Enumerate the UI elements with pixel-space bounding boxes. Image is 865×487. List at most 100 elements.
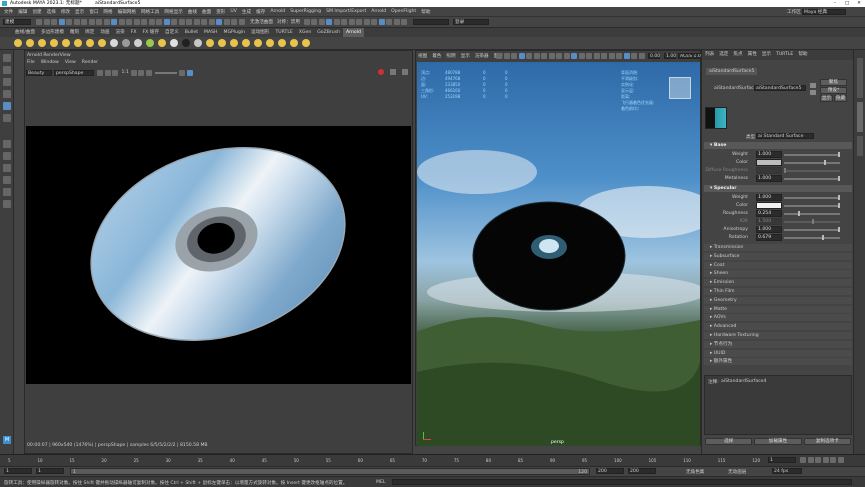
stop-icon[interactable] bbox=[97, 69, 103, 76]
status-tool-icon[interactable] bbox=[103, 19, 110, 25]
render-tool-icon[interactable] bbox=[348, 19, 355, 25]
viewport-menu-item[interactable]: 显示 bbox=[461, 53, 470, 59]
shelf-tool-icon[interactable] bbox=[134, 39, 142, 47]
renderview-menu-item[interactable]: View bbox=[65, 60, 76, 65]
ae-section-header[interactable]: ▸ Transmission bbox=[704, 244, 852, 251]
rotate-tool-icon[interactable] bbox=[2, 102, 11, 110]
mode-select[interactable]: 建模 bbox=[3, 19, 31, 25]
viewport-tool-icon[interactable] bbox=[556, 53, 562, 59]
shelf-tool-icon[interactable] bbox=[26, 39, 34, 47]
status-tool-icon[interactable] bbox=[51, 19, 57, 25]
menu-item[interactable]: 网格显示 bbox=[164, 9, 182, 15]
menu-item[interactable]: UV bbox=[230, 9, 237, 14]
ae-bottom-button[interactable]: 复制选项卡 bbox=[803, 438, 851, 445]
viewport-menu-item[interactable]: 照明 bbox=[446, 53, 455, 59]
step-forward-icon[interactable] bbox=[830, 457, 836, 463]
base-color-swatch[interactable] bbox=[756, 159, 782, 166]
shelf-tool-icon[interactable] bbox=[290, 39, 298, 47]
attribute-editor-tab[interactable] bbox=[857, 102, 863, 132]
ae-section-header[interactable]: ▸ Advanced bbox=[704, 323, 852, 331]
record-icon[interactable] bbox=[378, 69, 384, 75]
viewport-tool-icon[interactable] bbox=[608, 53, 615, 59]
render-tool-icon[interactable] bbox=[363, 19, 370, 25]
ae-menu-item[interactable]: 帮助 bbox=[798, 50, 807, 60]
viewport-tool-icon[interactable] bbox=[638, 53, 645, 59]
ae-section-header[interactable]: ▸ Matte bbox=[704, 305, 852, 313]
shelf-tab[interactable]: 多边形建模 bbox=[38, 28, 67, 37]
render-tool-icon[interactable] bbox=[326, 19, 333, 25]
gamma-field[interactable]: 0.00 bbox=[648, 53, 660, 59]
shelf-tab[interactable]: MASH bbox=[201, 28, 220, 37]
shelf-tab[interactable]: 绑定 bbox=[82, 28, 97, 37]
play-forward-icon[interactable] bbox=[822, 457, 829, 463]
viewport-tool-icon[interactable] bbox=[541, 53, 547, 59]
ae-link-icon[interactable] bbox=[810, 83, 816, 88]
status-tool-icon[interactable] bbox=[216, 19, 222, 25]
shelf-tool-icon[interactable] bbox=[266, 39, 274, 47]
settings-icon[interactable] bbox=[390, 69, 396, 75]
refresh-icon[interactable] bbox=[104, 69, 111, 76]
render-tool-icon[interactable] bbox=[401, 19, 408, 25]
shelf-tool-icon[interactable] bbox=[146, 39, 154, 47]
base-section-header[interactable]: ▾ Base bbox=[704, 142, 852, 149]
tool-settings-tab[interactable] bbox=[857, 136, 863, 156]
ae-bottom-button[interactable]: 加载属性 bbox=[754, 438, 802, 445]
ae-link2-icon[interactable] bbox=[810, 90, 816, 95]
menu-item[interactable]: 编辑 bbox=[18, 9, 27, 15]
ae-material-select[interactable]: ai Standard Surface bbox=[756, 133, 814, 139]
spec-color-slider[interactable] bbox=[784, 203, 840, 208]
ae-menu-item[interactable]: 列表 bbox=[705, 50, 714, 60]
shelf-tab[interactable]: Bullet bbox=[182, 28, 201, 37]
char-set-select[interactable]: 无角色集 bbox=[686, 469, 704, 475]
spec-weight-field[interactable]: 1.000 bbox=[756, 194, 782, 201]
status-tool-icon[interactable] bbox=[58, 19, 65, 25]
ae-section-header[interactable]: ▸ 额外属性 bbox=[704, 358, 852, 366]
step-back-icon[interactable] bbox=[807, 457, 814, 463]
fit-icon[interactable] bbox=[112, 69, 118, 76]
shelf-tool-icon[interactable] bbox=[38, 39, 46, 47]
viewport-tool-icon[interactable] bbox=[623, 53, 630, 59]
menu-item[interactable]: 窗口 bbox=[89, 9, 98, 15]
menu-item[interactable]: 变形 bbox=[216, 9, 225, 15]
move-tool-icon[interactable] bbox=[2, 90, 11, 98]
shelf-tool-icon[interactable] bbox=[62, 39, 70, 47]
range-end-field[interactable]: 200 bbox=[596, 468, 624, 474]
exposure-slider[interactable] bbox=[155, 71, 178, 74]
render-tool-icon[interactable] bbox=[341, 19, 348, 25]
menu-item[interactable]: 修改 bbox=[61, 9, 70, 15]
menu-item[interactable]: 网格工具 bbox=[141, 9, 159, 15]
login-select[interactable]: 登录 bbox=[452, 19, 489, 25]
ae-presets-button[interactable]: 预设* bbox=[820, 87, 847, 94]
ae-menu-item[interactable]: 焦点 bbox=[733, 50, 742, 60]
shelf-tool-icon[interactable] bbox=[218, 39, 226, 47]
status-tool-icon[interactable] bbox=[126, 19, 132, 25]
anim-layer-select[interactable]: 无动画层 bbox=[728, 469, 746, 475]
ae-focus-button[interactable]: 聚焦 bbox=[820, 79, 847, 86]
symmetry-label[interactable]: 对称：禁用 bbox=[277, 19, 300, 25]
search-icon[interactable] bbox=[2, 200, 11, 208]
viewport-menu-item[interactable]: 着色 bbox=[432, 53, 441, 59]
shelf-tool-icon[interactable] bbox=[74, 39, 82, 47]
ae-section-header[interactable]: ▸ 节点行为 bbox=[704, 340, 852, 348]
menu-item[interactable]: SM Import/Export bbox=[326, 9, 366, 14]
minimize-button[interactable]: – bbox=[829, 0, 841, 7]
shelf-tool-icon[interactable] bbox=[206, 39, 214, 47]
colorspace-select[interactable]: ACES 1.0 SDR-video bbox=[678, 53, 702, 59]
status-tool-icon[interactable] bbox=[88, 19, 95, 25]
scale-tool-icon[interactable] bbox=[2, 114, 11, 122]
viewport-menu-item[interactable]: 渲染器 bbox=[475, 53, 489, 59]
shelf-tab[interactable]: 渲染 bbox=[113, 28, 128, 37]
side-by-side-icon[interactable] bbox=[2, 176, 11, 184]
status-tool-icon[interactable] bbox=[118, 19, 125, 25]
menu-item[interactable]: OpenFlight bbox=[391, 9, 416, 14]
ae-section-header[interactable]: ▸ Geometry bbox=[704, 296, 852, 304]
anisotropy-field[interactable]: 1.000 bbox=[756, 226, 782, 233]
status-tool-icon[interactable] bbox=[238, 19, 245, 25]
ae-hide-button[interactable]: 隐藏 bbox=[834, 95, 847, 102]
renderview-menu-item[interactable]: File bbox=[27, 60, 35, 65]
fps-select[interactable]: 24 fps bbox=[772, 468, 802, 474]
ae-menu-item[interactable]: 属性 bbox=[748, 50, 757, 60]
render-tool-icon[interactable] bbox=[356, 19, 363, 25]
viewport-canvas[interactable]: 顶点: 480788 0 0 边: 494768 0 0 面: 233850 0 0 三角形: 46616… bbox=[417, 62, 700, 446]
render-tool-icon[interactable] bbox=[318, 19, 325, 25]
